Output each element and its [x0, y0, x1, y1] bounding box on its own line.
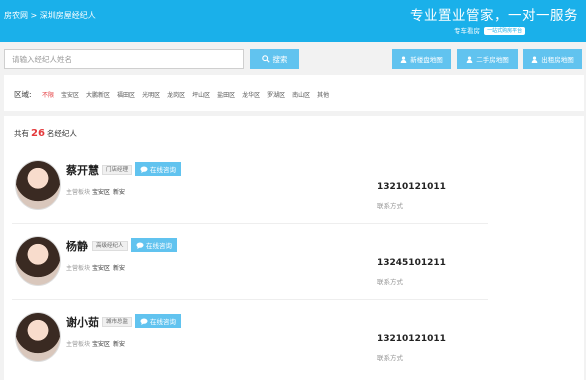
agent-role-badge: 门店经理	[102, 165, 133, 175]
area-option-baoan[interactable]: 宝安区	[61, 90, 79, 99]
rental-map-label: 出租房地图	[541, 56, 574, 64]
agent-avatar[interactable]	[15, 236, 61, 286]
rental-map-button[interactable]: 出租房地图	[523, 49, 582, 69]
main-area-location[interactable]: 新安	[113, 189, 125, 196]
agent-count-prefix: 共有	[14, 129, 29, 138]
agent-phone: 13210121011	[377, 334, 446, 344]
agent-name[interactable]: 谢小茹	[66, 314, 99, 330]
user-icon	[531, 55, 538, 63]
resale-map-button[interactable]: 二手房地图	[457, 49, 518, 69]
area-option-longhua[interactable]: 龙华区	[242, 90, 260, 99]
online-consult-button[interactable]: 在线咨询	[135, 162, 181, 176]
agent-name[interactable]: 杨静	[66, 238, 88, 254]
area-option-nanshan[interactable]: 南山区	[292, 90, 310, 99]
agent-avatar[interactable]	[15, 312, 61, 362]
area-option-dapeng[interactable]: 大鹏新区	[86, 90, 110, 99]
header-subtitle-text: 专车看房	[454, 27, 480, 35]
agent-role-badge: 城市总监	[102, 317, 133, 327]
area-option-yantian[interactable]: 盐田区	[217, 90, 235, 99]
agent-phone-label: 联系方式	[377, 202, 403, 210]
header-subtitle: 专车看房 一站式购房平台	[454, 25, 526, 35]
breadcrumb-home-link[interactable]: 房农网	[4, 11, 28, 20]
header-subtitle-pill: 一站式购房平台	[484, 27, 526, 35]
search-button-label: 搜索	[272, 54, 288, 64]
resale-map-label: 二手房地图	[476, 56, 509, 64]
main-area-label: 主营板块	[66, 341, 91, 348]
chat-icon	[136, 241, 144, 249]
agent-main-area: 主营板块 宝安区 新安	[66, 263, 125, 272]
agent-phone: 13245101211	[377, 258, 446, 268]
agent-list: 蔡开慧 门店经理 在线咨询 主营板块 宝安区 新安 13210121011 联系方式…	[4, 148, 584, 380]
agent-card: 谢小茹 城市总监 在线咨询 主营板块 宝安区 新安 13210121011 联系方式	[4, 300, 584, 376]
agent-name[interactable]: 蔡开慧	[66, 162, 99, 178]
agent-search-input[interactable]	[4, 49, 244, 69]
breadcrumb: 房农网 > 深圳房屋经纪人	[4, 10, 96, 21]
main-area-label: 主营板块	[66, 189, 91, 196]
main-area-location[interactable]: 新安	[113, 341, 125, 348]
agent-main-area: 主营板块 宝安区 新安	[66, 187, 125, 196]
main-area-location[interactable]: 新安	[113, 265, 125, 272]
area-option-luohu[interactable]: 罗湖区	[267, 90, 285, 99]
area-filter-label: 区域:	[14, 90, 32, 99]
user-icon	[400, 55, 407, 63]
agent-card: 蔡开慧 门店经理 在线咨询 主营板块 宝安区 新安 13210121011 联系方式	[4, 148, 584, 224]
top-banner: 房农网 > 深圳房屋经纪人 专业置业管家，一对一服务 专车看房 一站式购房平台	[0, 0, 586, 42]
area-option-guangming[interactable]: 光明区	[142, 90, 160, 99]
online-consult-label: 在线咨询	[150, 166, 176, 174]
area-option-longgang[interactable]: 龙岗区	[167, 90, 185, 99]
online-consult-button[interactable]: 在线咨询	[135, 314, 181, 328]
agent-phone-label: 联系方式	[377, 278, 403, 286]
area-filter-options: 不限 宝安区 大鹏新区 福田区 光明区 龙岗区 坪山区 盐田区 龙华区 罗湖区 …	[42, 90, 329, 99]
new-homes-map-button[interactable]: 新楼盘地图	[392, 49, 451, 69]
area-option-other[interactable]: 其他	[317, 90, 329, 99]
search-icon	[261, 55, 270, 63]
breadcrumb-current: 深圳房屋经纪人	[39, 11, 96, 20]
main-area-district[interactable]: 宝安区	[92, 189, 110, 196]
agent-card: 杨静 高级经纪人 在线咨询 主营板块 宝安区 新安 13245101211 联系方式	[4, 224, 584, 300]
agent-phone-label: 联系方式	[377, 354, 403, 362]
agent-main-area: 主营板块 宝安区 新安	[66, 339, 125, 348]
agent-count: 共有 26 名经纪人	[4, 116, 584, 148]
agent-count-value: 26	[31, 128, 45, 139]
online-consult-label: 在线咨询	[146, 242, 172, 250]
agent-role-badge: 高级经纪人	[92, 241, 128, 251]
area-option-futian[interactable]: 福田区	[117, 90, 135, 99]
online-consult-button[interactable]: 在线咨询	[131, 238, 177, 252]
search-button[interactable]: 搜索	[250, 49, 299, 69]
online-consult-label: 在线咨询	[150, 318, 176, 326]
chat-icon	[140, 317, 148, 325]
main-area-district[interactable]: 宝安区	[92, 265, 110, 272]
new-homes-map-label: 新楼盘地图	[410, 56, 443, 64]
breadcrumb-separator: >	[30, 11, 38, 20]
area-filter: 区域: 不限 宝安区 大鹏新区 福田区 光明区 龙岗区 坪山区 盐田区 龙华区 …	[4, 75, 584, 111]
main-area-label: 主营板块	[66, 265, 91, 272]
chat-icon	[140, 165, 148, 173]
area-option-all[interactable]: 不限	[42, 90, 54, 99]
agent-phone: 13210121011	[377, 182, 446, 192]
main-area-district[interactable]: 宝安区	[92, 341, 110, 348]
agent-count-suffix: 名经纪人	[46, 129, 77, 138]
header-slogan: 专业置业管家，一对一服务	[410, 8, 578, 24]
area-option-pingshan[interactable]: 坪山区	[192, 90, 210, 99]
agent-avatar[interactable]	[15, 160, 61, 210]
user-icon	[466, 55, 473, 63]
